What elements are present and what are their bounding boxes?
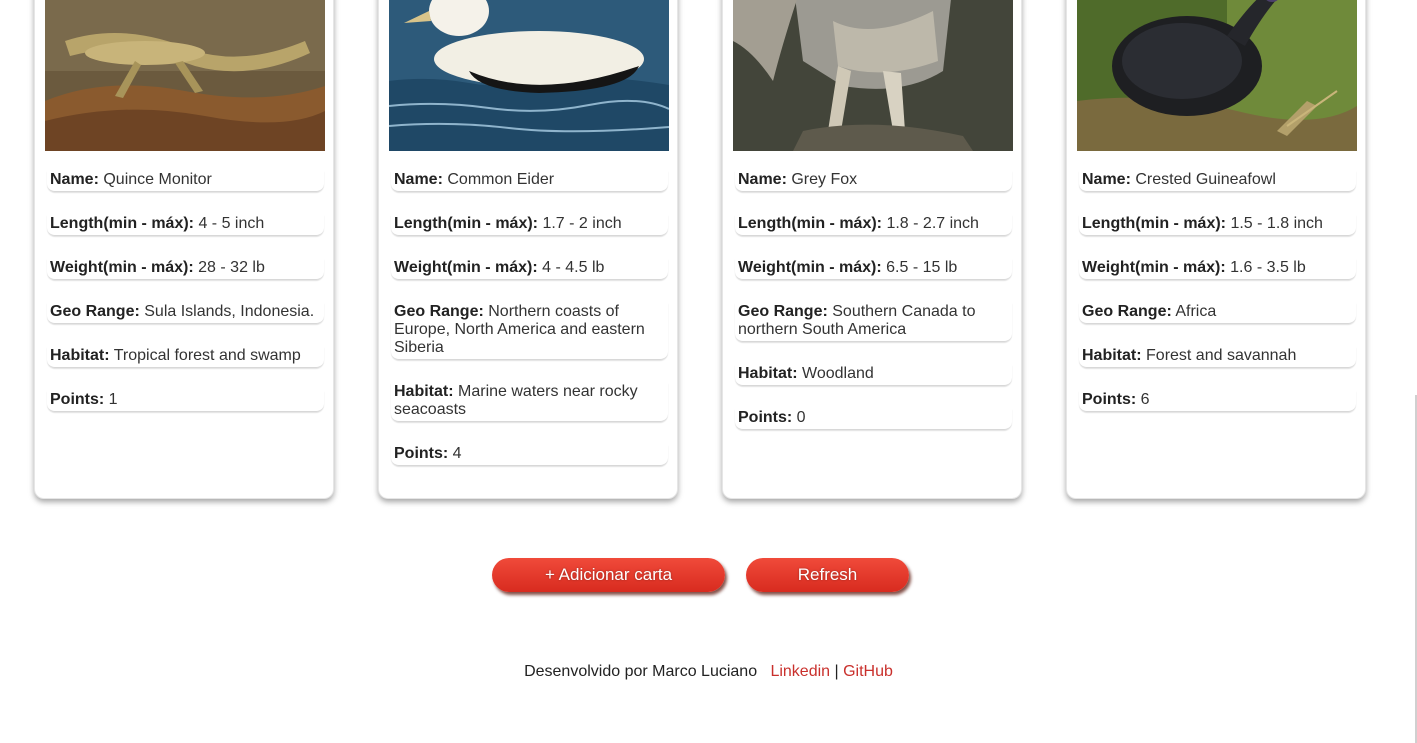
points-label: Points: bbox=[1082, 391, 1137, 408]
card-geo-value: Sula Islands, Indonesia. bbox=[144, 303, 315, 320]
card-geo-field: Geo Range: Sula Islands, Indonesia. bbox=[47, 303, 324, 324]
animal-photo-grey-fox bbox=[733, 0, 1013, 151]
footer-credit: Desenvolvido por Marco Luciano bbox=[524, 663, 758, 680]
footer-separator: | bbox=[834, 663, 839, 680]
footer: Desenvolvido por Marco Luciano Linkedin … bbox=[0, 663, 1417, 681]
length-label: Length(min - máx): bbox=[738, 215, 882, 232]
github-link[interactable]: GitHub bbox=[843, 663, 893, 680]
card-name-value: Grey Fox bbox=[791, 171, 858, 188]
name-label: Name: bbox=[1082, 171, 1131, 188]
card-weight-value: 6.5 - 15 lb bbox=[886, 259, 958, 276]
card-geo-value: Africa bbox=[1175, 303, 1217, 320]
animal-card-quince-monitor: Name: Quince Monitor Length(min - máx): … bbox=[34, 0, 334, 499]
habitat-label: Habitat: bbox=[738, 365, 798, 382]
card-length-field: Length(min - máx): 1.7 - 2 inch bbox=[391, 215, 668, 236]
card-length-field: Length(min - máx): 1.8 - 2.7 inch bbox=[735, 215, 1012, 236]
geo-label: Geo Range: bbox=[1082, 303, 1172, 320]
card-geo-field: Geo Range: Africa bbox=[1079, 303, 1356, 324]
add-card-button[interactable]: + Adicionar carta bbox=[492, 558, 725, 592]
card-points-value: 4 bbox=[452, 445, 462, 462]
habitat-label: Habitat: bbox=[394, 383, 454, 400]
card-name-field: Name: Quince Monitor bbox=[47, 171, 324, 192]
card-name-value: Quince Monitor bbox=[103, 171, 212, 188]
card-length-value: 1.8 - 2.7 inch bbox=[886, 215, 979, 232]
card-points-value: 0 bbox=[796, 409, 806, 426]
card-points-value: 1 bbox=[108, 391, 118, 408]
geo-label: Geo Range: bbox=[394, 303, 484, 320]
card-points-field: Points: 0 bbox=[735, 409, 1012, 430]
card-habitat-field: Habitat: Forest and savannah bbox=[1079, 347, 1356, 368]
card-name-field: Name: Crested Guineafowl bbox=[1079, 171, 1356, 192]
card-habitat-value: Woodland bbox=[802, 365, 874, 382]
card-name-field: Name: Grey Fox bbox=[735, 171, 1012, 192]
card-points-field: Points: 4 bbox=[391, 445, 668, 466]
card-name-field: Name: Common Eider bbox=[391, 171, 668, 192]
name-label: Name: bbox=[738, 171, 787, 188]
animal-photo-common-eider bbox=[389, 0, 669, 151]
card-habitat-field: Habitat: Tropical forest and swamp bbox=[47, 347, 324, 368]
length-label: Length(min - máx): bbox=[1082, 215, 1226, 232]
card-habitat-field: Habitat: Marine waters near rocky seacoa… bbox=[391, 383, 668, 422]
habitat-label: Habitat: bbox=[50, 347, 110, 364]
animal-card-grey-fox: Name: Grey Fox Length(min - máx): 1.8 - … bbox=[722, 0, 1022, 499]
habitat-label: Habitat: bbox=[1082, 347, 1142, 364]
length-label: Length(min - máx): bbox=[394, 215, 538, 232]
card-points-field: Points: 6 bbox=[1079, 391, 1356, 412]
card-length-value: 1.5 - 1.8 inch bbox=[1230, 215, 1323, 232]
card-weight-value: 4 - 4.5 lb bbox=[542, 259, 605, 276]
card-geo-field: Geo Range: Northern coasts of Europe, No… bbox=[391, 303, 668, 360]
refresh-button[interactable]: Refresh bbox=[746, 558, 909, 592]
card-length-value: 4 - 5 inch bbox=[198, 215, 265, 232]
card-weight-field: Weight(min - máx): 28 - 32 lb bbox=[47, 259, 324, 280]
card-weight-field: Weight(min - máx): 4 - 4.5 lb bbox=[391, 259, 668, 280]
card-name-value: Common Eider bbox=[447, 171, 555, 188]
card-length-field: Length(min - máx): 4 - 5 inch bbox=[47, 215, 324, 236]
animal-photo-crested-guineafowl bbox=[1077, 0, 1357, 151]
weight-label: Weight(min - máx): bbox=[1082, 259, 1226, 276]
length-label: Length(min - máx): bbox=[50, 215, 194, 232]
weight-label: Weight(min - máx): bbox=[50, 259, 194, 276]
card-weight-field: Weight(min - máx): 6.5 - 15 lb bbox=[735, 259, 1012, 280]
animal-photo-quince-monitor bbox=[45, 0, 325, 151]
name-label: Name: bbox=[50, 171, 99, 188]
animal-card-common-eider: Name: Common Eider Length(min - máx): 1.… bbox=[378, 0, 678, 499]
card-habitat-field: Habitat: Woodland bbox=[735, 365, 1012, 386]
card-geo-field: Geo Range: Southern Canada to northern S… bbox=[735, 303, 1012, 342]
card-points-field: Points: 1 bbox=[47, 391, 324, 412]
name-label: Name: bbox=[394, 171, 443, 188]
points-label: Points: bbox=[738, 409, 793, 426]
geo-label: Geo Range: bbox=[50, 303, 140, 320]
weight-label: Weight(min - máx): bbox=[738, 259, 882, 276]
card-weight-value: 28 - 32 lb bbox=[198, 259, 265, 276]
card-habitat-value: Tropical forest and swamp bbox=[113, 347, 301, 364]
weight-label: Weight(min - máx): bbox=[394, 259, 538, 276]
card-weight-value: 1.6 - 3.5 lb bbox=[1230, 259, 1306, 276]
card-name-value: Crested Guineafowl bbox=[1135, 171, 1276, 188]
card-points-value: 6 bbox=[1140, 391, 1150, 408]
linkedin-link[interactable]: Linkedin bbox=[770, 663, 830, 680]
card-length-value: 1.7 - 2 inch bbox=[542, 215, 622, 232]
animal-card-crested-guineafowl: Name: Crested Guineafowl Length(min - má… bbox=[1066, 0, 1366, 499]
card-habitat-value: Forest and savannah bbox=[1146, 347, 1297, 364]
card-length-field: Length(min - máx): 1.5 - 1.8 inch bbox=[1079, 215, 1356, 236]
card-weight-field: Weight(min - máx): 1.6 - 3.5 lb bbox=[1079, 259, 1356, 280]
points-label: Points: bbox=[394, 445, 449, 462]
points-label: Points: bbox=[50, 391, 105, 408]
geo-label: Geo Range: bbox=[738, 303, 828, 320]
